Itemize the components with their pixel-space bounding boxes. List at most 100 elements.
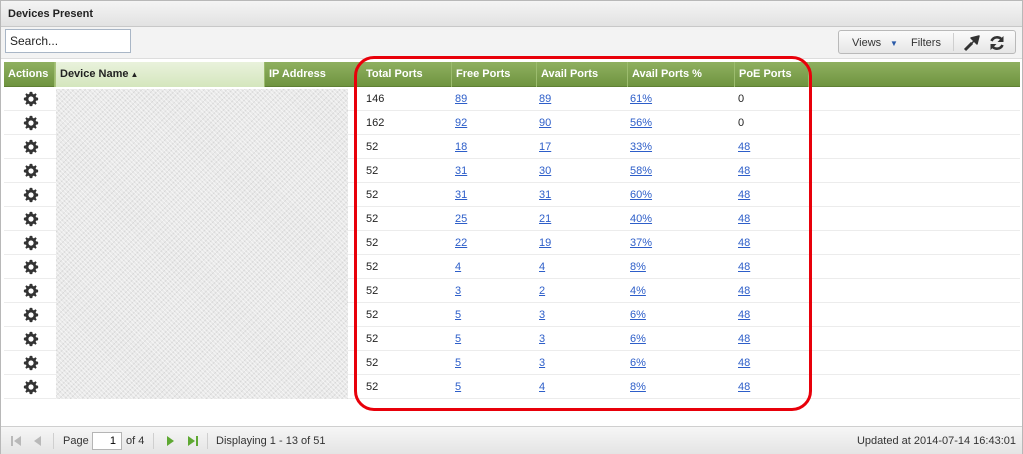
avail-ports-pct-link[interactable]: 6% xyxy=(630,333,646,345)
avail-ports-cell: 3 xyxy=(539,303,545,327)
avail-ports-pct-link[interactable]: 6% xyxy=(630,309,646,321)
free-ports-cell: 5 xyxy=(455,375,461,399)
free-ports-link[interactable]: 92 xyxy=(455,117,467,129)
poe-ports-link[interactable]: 48 xyxy=(738,141,750,153)
gear-icon[interactable] xyxy=(23,235,39,251)
poe-ports-link[interactable]: 48 xyxy=(738,309,750,321)
avail-ports-cell: 90 xyxy=(539,111,551,135)
avail-ports-link[interactable]: 17 xyxy=(539,141,551,153)
column-header-ip-address[interactable]: IP Address xyxy=(265,62,361,87)
poe-ports-link[interactable]: 48 xyxy=(738,333,750,345)
avail-ports-pct-link[interactable]: 37% xyxy=(630,237,652,249)
poe-ports-link[interactable]: 48 xyxy=(738,165,750,177)
last-page-icon[interactable] xyxy=(187,435,199,447)
gear-icon[interactable] xyxy=(23,259,39,275)
avail-ports-pct-cell: 37% xyxy=(630,231,652,255)
poe-ports-link[interactable]: 48 xyxy=(738,381,750,393)
free-ports-link[interactable]: 31 xyxy=(455,165,467,177)
pager-divider xyxy=(153,433,154,449)
free-ports-link[interactable]: 3 xyxy=(455,285,461,297)
avail-ports-pct-link[interactable]: 33% xyxy=(630,141,652,153)
avail-ports-link[interactable]: 2 xyxy=(539,285,545,297)
avail-ports-pct-link[interactable]: 6% xyxy=(630,357,646,369)
free-ports-cell: 22 xyxy=(455,231,467,255)
column-header-avail-ports[interactable]: Avail Ports xyxy=(537,62,628,87)
free-ports-link[interactable]: 25 xyxy=(455,213,467,225)
column-header-actions[interactable]: Actions xyxy=(4,62,55,87)
poe-ports-link[interactable]: 48 xyxy=(738,213,750,225)
gear-icon[interactable] xyxy=(23,379,39,395)
free-ports-link[interactable]: 5 xyxy=(455,309,461,321)
gear-icon[interactable] xyxy=(23,139,39,155)
total-ports-cell: 52 xyxy=(366,333,379,345)
avail-ports-cell: 19 xyxy=(539,231,551,255)
filters-button[interactable]: Filters xyxy=(911,37,941,49)
displaying-summary: Displaying 1 - 13 of 51 xyxy=(216,435,326,447)
avail-ports-link[interactable]: 30 xyxy=(539,165,551,177)
poe-ports-link[interactable]: 48 xyxy=(738,285,750,297)
avail-ports-link[interactable]: 21 xyxy=(539,213,551,225)
export-icon[interactable] xyxy=(963,34,981,52)
avail-ports-link[interactable]: 3 xyxy=(539,333,545,345)
gear-icon[interactable] xyxy=(23,331,39,347)
column-header-free-ports[interactable]: Free Ports xyxy=(452,62,537,87)
avail-ports-link[interactable]: 89 xyxy=(539,93,551,105)
prev-page-icon[interactable] xyxy=(32,435,44,447)
avail-ports-link[interactable]: 19 xyxy=(539,237,551,249)
avail-ports-pct-link[interactable]: 56% xyxy=(630,117,652,129)
free-ports-link[interactable]: 5 xyxy=(455,333,461,345)
free-ports-link[interactable]: 18 xyxy=(455,141,467,153)
gear-icon[interactable] xyxy=(23,115,39,131)
column-header-total-ports[interactable]: Total Ports xyxy=(362,62,452,87)
gear-icon[interactable] xyxy=(23,211,39,227)
free-ports-link[interactable]: 4 xyxy=(455,261,461,273)
poe-ports-link[interactable]: 48 xyxy=(738,261,750,273)
poe-ports-link[interactable]: 48 xyxy=(738,189,750,201)
avail-ports-pct-link[interactable]: 58% xyxy=(630,165,652,177)
avail-ports-link[interactable]: 3 xyxy=(539,357,545,369)
column-header-avail-ports-pct[interactable]: Avail Ports % xyxy=(628,62,735,87)
avail-ports-pct-link[interactable]: 61% xyxy=(630,93,652,105)
avail-ports-pct-link[interactable]: 8% xyxy=(630,381,646,393)
poe-ports-cell: 48 xyxy=(738,231,750,255)
gear-icon[interactable] xyxy=(23,187,39,203)
gear-icon[interactable] xyxy=(23,163,39,179)
pager-bar: Page of 4 Displaying 1 - 13 of 51 Update… xyxy=(1,426,1022,454)
poe-ports-cell: 48 xyxy=(738,183,750,207)
avail-ports-pct-link[interactable]: 8% xyxy=(630,261,646,273)
poe-ports-value: 0 xyxy=(738,93,745,105)
next-page-icon[interactable] xyxy=(164,435,176,447)
free-ports-link[interactable]: 31 xyxy=(455,189,467,201)
refresh-icon[interactable] xyxy=(988,34,1006,52)
gear-icon[interactable] xyxy=(23,355,39,371)
avail-ports-pct-cell: 61% xyxy=(630,87,652,111)
page-number-input[interactable] xyxy=(92,432,122,450)
free-ports-link[interactable]: 22 xyxy=(455,237,467,249)
column-header-poe-ports[interactable]: PoE Ports xyxy=(735,62,809,87)
chevron-down-icon[interactable]: ▼ xyxy=(890,39,898,48)
avail-ports-pct-cell: 58% xyxy=(630,159,652,183)
first-page-icon[interactable] xyxy=(10,435,22,447)
page-count-label: of 4 xyxy=(126,435,145,447)
gear-icon[interactable] xyxy=(23,307,39,323)
avail-ports-link[interactable]: 31 xyxy=(539,189,551,201)
gear-icon[interactable] xyxy=(23,283,39,299)
avail-ports-pct-link[interactable]: 4% xyxy=(630,285,646,297)
gear-icon[interactable] xyxy=(23,91,39,107)
views-button[interactable]: Views xyxy=(852,37,881,49)
poe-ports-value: 0 xyxy=(738,117,745,129)
avail-ports-pct-link[interactable]: 40% xyxy=(630,213,652,225)
avail-ports-pct-link[interactable]: 60% xyxy=(630,189,652,201)
free-ports-link[interactable]: 89 xyxy=(455,93,467,105)
panel-title: Devices Present xyxy=(8,8,93,20)
column-header-device-name[interactable]: Device Name ▲ xyxy=(55,62,265,87)
avail-ports-link[interactable]: 3 xyxy=(539,309,545,321)
search-input[interactable] xyxy=(5,29,131,53)
avail-ports-link[interactable]: 90 xyxy=(539,117,551,129)
free-ports-link[interactable]: 5 xyxy=(455,357,461,369)
poe-ports-link[interactable]: 48 xyxy=(738,237,750,249)
avail-ports-link[interactable]: 4 xyxy=(539,261,545,273)
poe-ports-link[interactable]: 48 xyxy=(738,357,750,369)
free-ports-link[interactable]: 5 xyxy=(455,381,461,393)
avail-ports-link[interactable]: 4 xyxy=(539,381,545,393)
